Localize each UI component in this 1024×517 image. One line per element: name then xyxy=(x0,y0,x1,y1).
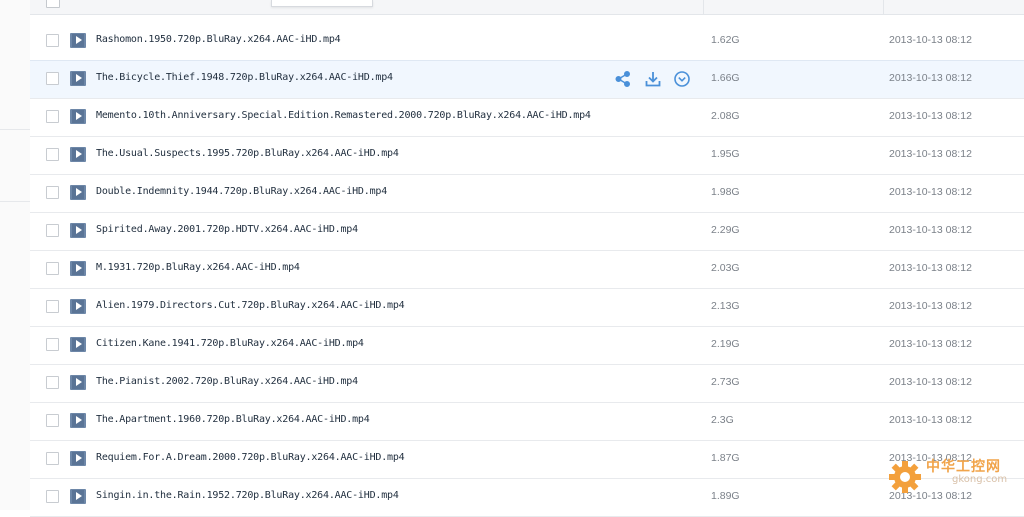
watermark-title: 中华工控网 xyxy=(926,459,1001,475)
row-checkbox[interactable] xyxy=(46,414,59,427)
table-row[interactable]: Spirited.Away.2001.720p.HDTV.x264.AAC-iH… xyxy=(30,213,1024,251)
file-date: 2013-10-13 08:12 xyxy=(889,414,972,426)
file-date: 2013-10-13 08:12 xyxy=(889,376,972,388)
table-row[interactable]: The.Apartment.1960.720p.BluRay.x264.AAC-… xyxy=(30,403,1024,441)
column-divider xyxy=(703,0,704,14)
video-file-icon xyxy=(70,299,86,314)
file-size: 1.98G xyxy=(711,186,740,198)
file-date: 2013-10-13 08:12 xyxy=(889,262,972,274)
video-file-icon xyxy=(70,489,86,504)
file-size: 1.95G xyxy=(711,148,740,160)
row-checkbox[interactable] xyxy=(46,148,59,161)
table-row[interactable]: The.Usual.Suspects.1995.720p.BluRay.x264… xyxy=(30,137,1024,175)
video-file-icon xyxy=(70,261,86,276)
file-size: 1.66G xyxy=(711,72,740,84)
row-checkbox[interactable] xyxy=(46,186,59,199)
file-size: 2.73G xyxy=(711,376,740,388)
file-size: 1.89G xyxy=(711,490,740,502)
gear-logo-icon xyxy=(889,461,921,493)
watermark-url: gkong.com xyxy=(952,474,1008,485)
file-name[interactable]: M.1931.720p.BluRay.x264.AAC-iHD.mp4 xyxy=(96,262,300,273)
table-row[interactable]: Double.Indemnity.1944.720p.BluRay.x264.A… xyxy=(30,175,1024,213)
file-size: 1.87G xyxy=(711,452,740,464)
file-date: 2013-10-13 08:12 xyxy=(889,34,972,46)
file-size: 2.3G xyxy=(711,414,734,426)
left-sidebar-edge xyxy=(0,0,30,510)
table-row[interactable]: The.Bicycle.Thief.1948.720p.BluRay.x264.… xyxy=(30,60,1024,99)
file-date: 2013-10-13 08:12 xyxy=(889,224,972,236)
table-row[interactable]: The.Pianist.2002.720p.BluRay.x264.AAC-iH… xyxy=(30,365,1024,403)
row-checkbox[interactable] xyxy=(46,224,59,237)
table-row[interactable]: Citizen.Kane.1941.720p.BluRay.x264.AAC-i… xyxy=(30,327,1024,365)
file-date: 2013-10-13 08:12 xyxy=(889,300,972,312)
table-row[interactable]: Singin.in.the.Rain.1952.720p.BluRay.x264… xyxy=(30,479,1024,517)
video-file-icon xyxy=(70,375,86,390)
video-file-icon xyxy=(70,451,86,466)
file-date: 2013-10-13 08:12 xyxy=(889,110,972,122)
row-checkbox[interactable] xyxy=(46,376,59,389)
video-file-icon xyxy=(70,337,86,352)
video-file-icon xyxy=(70,71,86,86)
video-file-icon xyxy=(70,33,86,48)
table-row[interactable]: Rashomon.1950.720p.BluRay.x264.AAC-iHD.m… xyxy=(30,23,1024,61)
table-row[interactable]: Requiem.For.A.Dream.2000.720p.BluRay.x26… xyxy=(30,441,1024,479)
sidebar-divider xyxy=(0,129,30,130)
file-name[interactable]: The.Pianist.2002.720p.BluRay.x264.AAC-iH… xyxy=(96,376,358,387)
table-row[interactable]: M.1931.720p.BluRay.x264.AAC-iHD.mp4 2.03G… xyxy=(30,251,1024,289)
file-size: 2.19G xyxy=(711,338,740,350)
file-name[interactable]: Singin.in.the.Rain.1952.720p.BluRay.x264… xyxy=(96,490,399,501)
file-size: 2.29G xyxy=(711,224,740,236)
more-options-icon[interactable] xyxy=(673,70,691,88)
table-row[interactable]: Alien.1979.Directors.Cut.720p.BluRay.x26… xyxy=(30,289,1024,327)
file-name[interactable]: Requiem.For.A.Dream.2000.720p.BluRay.x26… xyxy=(96,452,405,463)
file-date: 2013-10-13 08:12 xyxy=(889,148,972,160)
row-checkbox[interactable] xyxy=(46,452,59,465)
file-size: 1.62G xyxy=(711,34,740,46)
row-checkbox[interactable] xyxy=(46,110,59,123)
file-name[interactable]: The.Bicycle.Thief.1948.720p.BluRay.x264.… xyxy=(96,72,393,83)
watermark: 中华工控网 gkong.com xyxy=(880,450,1020,506)
file-name[interactable]: Memento.10th.Anniversary.Special.Edition… xyxy=(96,110,591,121)
video-file-icon xyxy=(70,109,86,124)
video-file-icon xyxy=(70,413,86,428)
file-size: 2.08G xyxy=(711,110,740,122)
column-divider xyxy=(883,0,884,14)
row-checkbox[interactable] xyxy=(46,34,59,47)
file-name[interactable]: Citizen.Kane.1941.720p.BluRay.x264.AAC-i… xyxy=(96,338,364,349)
file-name[interactable]: The.Usual.Suspects.1995.720p.BluRay.x264… xyxy=(96,148,399,159)
sidebar-divider xyxy=(0,201,30,202)
video-file-icon xyxy=(70,223,86,238)
row-checkbox[interactable] xyxy=(46,490,59,503)
file-size: 2.13G xyxy=(711,300,740,312)
select-all-checkbox[interactable] xyxy=(46,0,60,8)
row-checkbox[interactable] xyxy=(46,72,59,85)
video-file-icon xyxy=(70,147,86,162)
table-row[interactable]: Memento.10th.Anniversary.Special.Edition… xyxy=(30,99,1024,137)
table-header xyxy=(30,0,1024,15)
row-checkbox[interactable] xyxy=(46,338,59,351)
file-name[interactable]: Alien.1979.Directors.Cut.720p.BluRay.x26… xyxy=(96,300,405,311)
file-date: 2013-10-13 08:12 xyxy=(889,338,972,350)
file-name[interactable]: The.Apartment.1960.720p.BluRay.x264.AAC-… xyxy=(96,414,370,425)
share-icon[interactable] xyxy=(614,70,632,88)
file-list: Rashomon.1950.720p.BluRay.x264.AAC-iHD.m… xyxy=(30,23,1024,517)
dropdown-popup-edge xyxy=(271,0,373,7)
file-name[interactable]: Rashomon.1950.720p.BluRay.x264.AAC-iHD.m… xyxy=(96,34,341,45)
row-checkbox[interactable] xyxy=(46,300,59,313)
file-name[interactable]: Double.Indemnity.1944.720p.BluRay.x264.A… xyxy=(96,186,387,197)
download-icon[interactable] xyxy=(644,70,662,88)
file-date: 2013-10-13 08:12 xyxy=(889,186,972,198)
file-name[interactable]: Spirited.Away.2001.720p.HDTV.x264.AAC-iH… xyxy=(96,224,358,235)
file-date: 2013-10-13 08:12 xyxy=(889,72,972,84)
video-file-icon xyxy=(70,185,86,200)
row-checkbox[interactable] xyxy=(46,262,59,275)
file-size: 2.03G xyxy=(711,262,740,274)
